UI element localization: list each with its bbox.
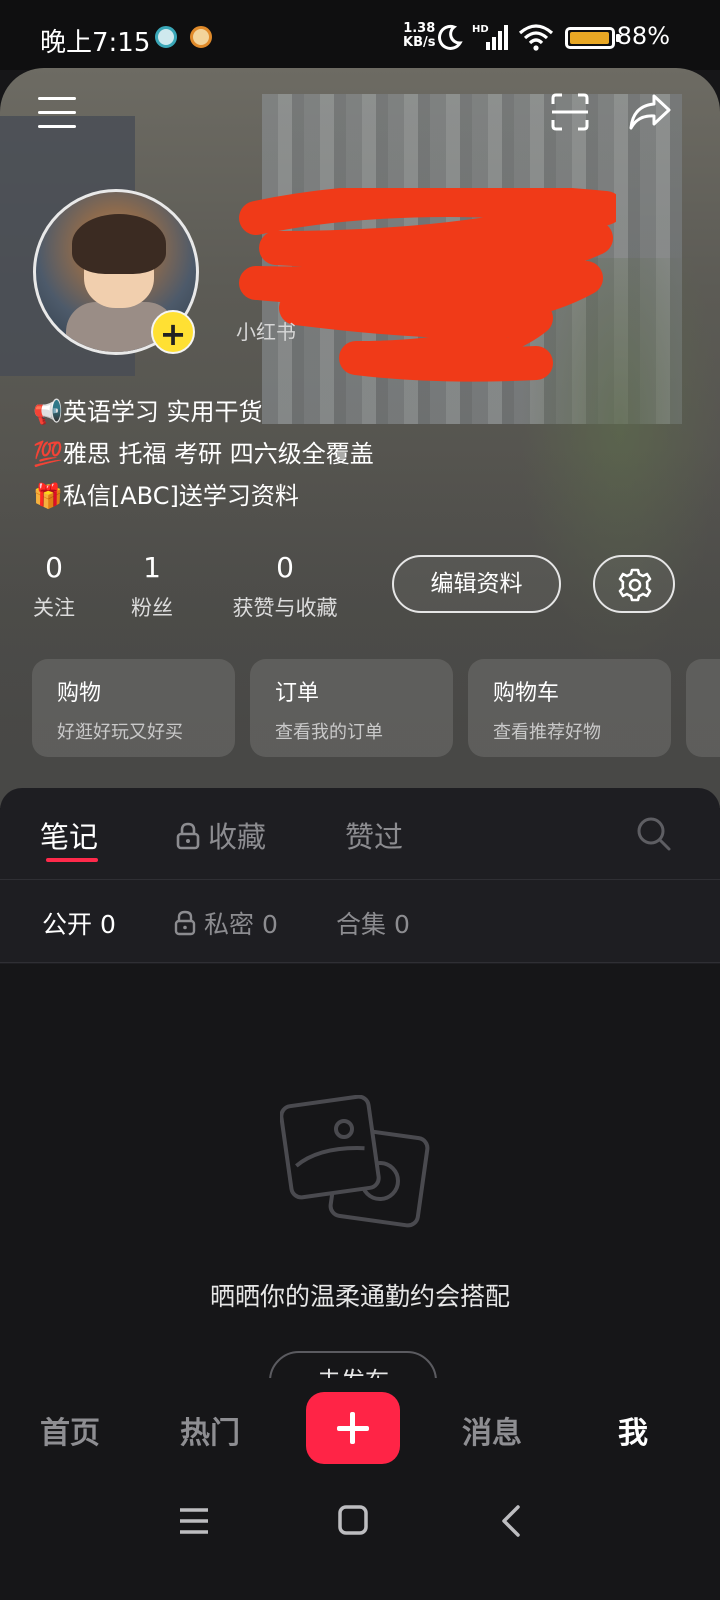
- notification-icon: [155, 26, 177, 48]
- divider: [0, 962, 720, 963]
- orders-card[interactable]: 订单 查看我的订单: [250, 659, 453, 757]
- recent-apps-icon[interactable]: [178, 1506, 210, 1536]
- stat-likes-saves[interactable]: 0 获赞与收藏: [228, 551, 342, 622]
- bio-line: 🎁私信[ABC]送学习资料: [33, 482, 299, 510]
- app-notification-icon: [190, 26, 212, 48]
- network-speed: 1.38 KB/s: [403, 21, 436, 50]
- lock-icon: [176, 822, 200, 850]
- status-bar: 晚上7:15 1.38 KB/s HD 88%: [0, 0, 720, 70]
- bio-line: 💯雅思 托福 考研 四六级全覆盖: [33, 440, 374, 468]
- signal-icon: HD: [472, 24, 508, 50]
- gear-icon: [618, 568, 652, 602]
- stat-followers[interactable]: 1 粉丝: [128, 551, 176, 622]
- home-icon[interactable]: [337, 1504, 369, 1536]
- wifi-icon: [518, 24, 554, 51]
- add-post-button[interactable]: [306, 1392, 400, 1464]
- cart-card[interactable]: 购物车 查看推荐好物: [468, 659, 671, 757]
- shopping-card[interactable]: 购物 好逛好玩又好买: [32, 659, 235, 757]
- stat-following[interactable]: 0 关注: [30, 551, 78, 622]
- search-icon[interactable]: [636, 816, 672, 852]
- redacted-username-scribble: [239, 188, 616, 382]
- subtab-private[interactable]: 私密 0: [174, 905, 278, 941]
- nav-me[interactable]: 我: [618, 1408, 648, 1452]
- settings-button[interactable]: [593, 555, 675, 613]
- svg-text:HD: HD: [472, 24, 489, 35]
- hamburger-icon[interactable]: [38, 97, 76, 129]
- tab-liked[interactable]: 赞过: [345, 814, 403, 856]
- divider: [0, 879, 720, 880]
- bio-line: 📢英语学习 实用干货: [33, 398, 263, 426]
- battery-percent: 88%: [616, 22, 670, 50]
- empty-state-text: 晒晒你的温柔通勤约会搭配: [209, 1282, 510, 1311]
- active-tab-indicator: [46, 858, 98, 862]
- more-card-peek[interactable]: [686, 659, 720, 757]
- nav-messages[interactable]: 消息: [462, 1408, 522, 1452]
- avatar-add-button[interactable]: +: [151, 310, 195, 354]
- tab-notes[interactable]: 笔记: [40, 814, 98, 856]
- subtab-albums[interactable]: 合集 0: [336, 905, 410, 941]
- share-icon[interactable]: [628, 92, 672, 132]
- lock-icon: [174, 910, 196, 936]
- tab-collections[interactable]: 收藏: [176, 814, 266, 856]
- subtab-public[interactable]: 公开 0: [42, 905, 116, 941]
- scan-icon[interactable]: [550, 92, 590, 132]
- moon-icon: [438, 24, 463, 50]
- user-id-prefix: 小红书: [236, 320, 296, 344]
- status-time: 晚上7:15: [40, 28, 151, 58]
- back-icon[interactable]: [498, 1504, 524, 1538]
- edit-profile-button[interactable]: 编辑资料: [392, 555, 561, 613]
- nav-home[interactable]: 首页: [40, 1408, 100, 1452]
- battery-icon: [565, 27, 620, 49]
- system-navigation-bar: [0, 1478, 720, 1600]
- nav-trending[interactable]: 热门: [180, 1408, 240, 1452]
- bottom-nav: 首页 热门 消息 我: [0, 1378, 720, 1478]
- photos-icon: [280, 1095, 430, 1228]
